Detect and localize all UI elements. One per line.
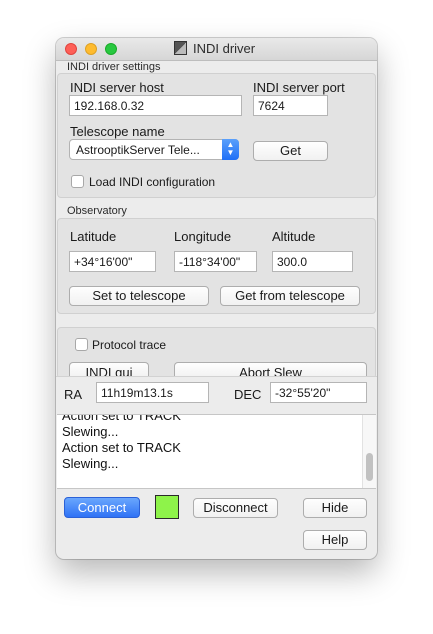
log-line: Action set to TRACK xyxy=(62,440,181,455)
ra-label: RA xyxy=(64,387,83,402)
indi-driver-window: INDI driver INDI driver settings INDI se… xyxy=(56,38,377,559)
log-panel[interactable]: Action set to TRACK Slewing... Action se… xyxy=(57,414,376,489)
minimize-window-button[interactable] xyxy=(85,43,97,55)
title-bar[interactable]: INDI driver xyxy=(56,38,377,61)
app-icon xyxy=(174,41,187,55)
longitude-input[interactable]: -118°34'00" xyxy=(174,251,257,272)
dec-label: DEC xyxy=(234,387,262,402)
set-to-telescope-button[interactable]: Set to telescope xyxy=(69,286,209,306)
dec-input[interactable]: -32°55'20" xyxy=(270,382,367,403)
get-from-telescope-button[interactable]: Get from telescope xyxy=(220,286,360,306)
hide-button[interactable]: Hide xyxy=(303,498,367,518)
log-line: Slewing... xyxy=(62,456,119,471)
disconnect-button[interactable]: Disconnect xyxy=(193,498,278,518)
port-input[interactable]: 7624 xyxy=(253,95,328,116)
log-line: Action set to TRACK xyxy=(62,414,181,423)
load-config-label: Load INDI configuration xyxy=(89,175,216,189)
maximize-window-button[interactable] xyxy=(105,43,117,55)
ra-input[interactable]: 11h19m13.1s xyxy=(96,382,209,403)
longitude-label: Longitude xyxy=(174,229,232,244)
window-title: INDI driver xyxy=(193,41,256,56)
altitude-label: Altitude xyxy=(272,229,316,244)
connection-status-indicator xyxy=(155,495,179,519)
log-scrollbar-thumb[interactable] xyxy=(366,453,373,481)
settings-group-title: INDI driver settings xyxy=(67,61,161,73)
host-input[interactable]: 192.168.0.32 xyxy=(69,95,242,116)
altitude-input[interactable]: 300.0 xyxy=(272,251,353,272)
latitude-input[interactable]: +34°16'00" xyxy=(69,251,156,272)
telescope-select-value: AstrooptikServer Tele... xyxy=(76,143,200,157)
host-label: INDI server host xyxy=(70,80,164,95)
get-button[interactable]: Get xyxy=(253,141,328,161)
log-scrollbar[interactable] xyxy=(362,415,376,488)
help-button[interactable]: Help xyxy=(303,530,367,550)
telescope-select[interactable]: AstrooptikServer Tele... ▲ ▼ xyxy=(69,139,239,160)
connect-button[interactable]: Connect xyxy=(64,497,140,518)
port-label: INDI server port xyxy=(253,80,345,95)
load-config-checkbox[interactable] xyxy=(71,175,84,188)
protocol-trace-checkbox[interactable] xyxy=(75,338,88,351)
close-window-button[interactable] xyxy=(65,43,77,55)
log-line: Slewing... xyxy=(62,424,119,439)
telescope-label: Telescope name xyxy=(70,124,165,139)
chevron-up-down-icon: ▲ ▼ xyxy=(222,139,239,160)
observatory-group-title: Observatory xyxy=(67,205,127,217)
latitude-label: Latitude xyxy=(70,229,117,244)
protocol-trace-label: Protocol trace xyxy=(92,338,167,352)
